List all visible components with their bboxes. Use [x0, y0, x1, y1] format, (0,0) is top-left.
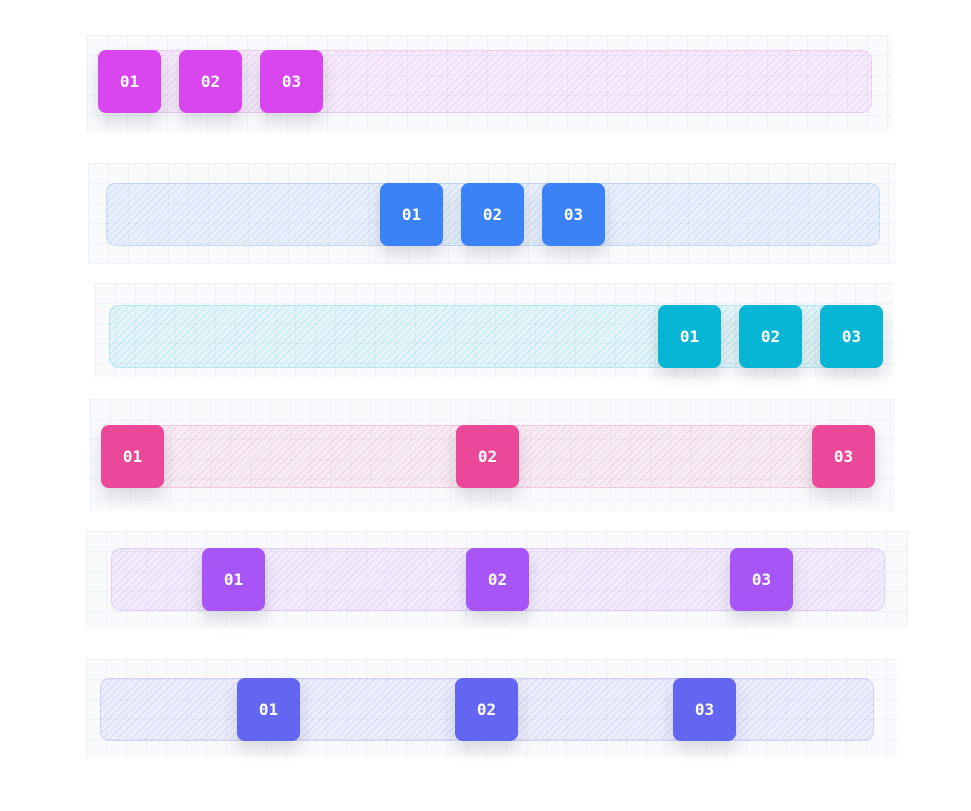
- row-5-item-2[interactable]: 02: [466, 548, 529, 611]
- row-1-item-1[interactable]: 01: [98, 50, 161, 113]
- row-4-item-2[interactable]: 02: [456, 425, 519, 488]
- row-6-item-3[interactable]: 03: [673, 678, 736, 741]
- row-4-item-3[interactable]: 03: [812, 425, 875, 488]
- row-5-item-3[interactable]: 03: [730, 548, 793, 611]
- row-6-item-1[interactable]: 01: [237, 678, 300, 741]
- row-3-item-1[interactable]: 01: [658, 305, 721, 368]
- row-5-item-1[interactable]: 01: [202, 548, 265, 611]
- row-3-item-2[interactable]: 02: [739, 305, 802, 368]
- row-6-item-2[interactable]: 02: [455, 678, 518, 741]
- row-2-item-1[interactable]: 01: [380, 183, 443, 246]
- row-1-item-3[interactable]: 03: [260, 50, 323, 113]
- row-1-item-2[interactable]: 02: [179, 50, 242, 113]
- row-4-item-1[interactable]: 01: [101, 425, 164, 488]
- row-3-item-3[interactable]: 03: [820, 305, 883, 368]
- row-2-item-2[interactable]: 02: [461, 183, 524, 246]
- row-2-item-3[interactable]: 03: [542, 183, 605, 246]
